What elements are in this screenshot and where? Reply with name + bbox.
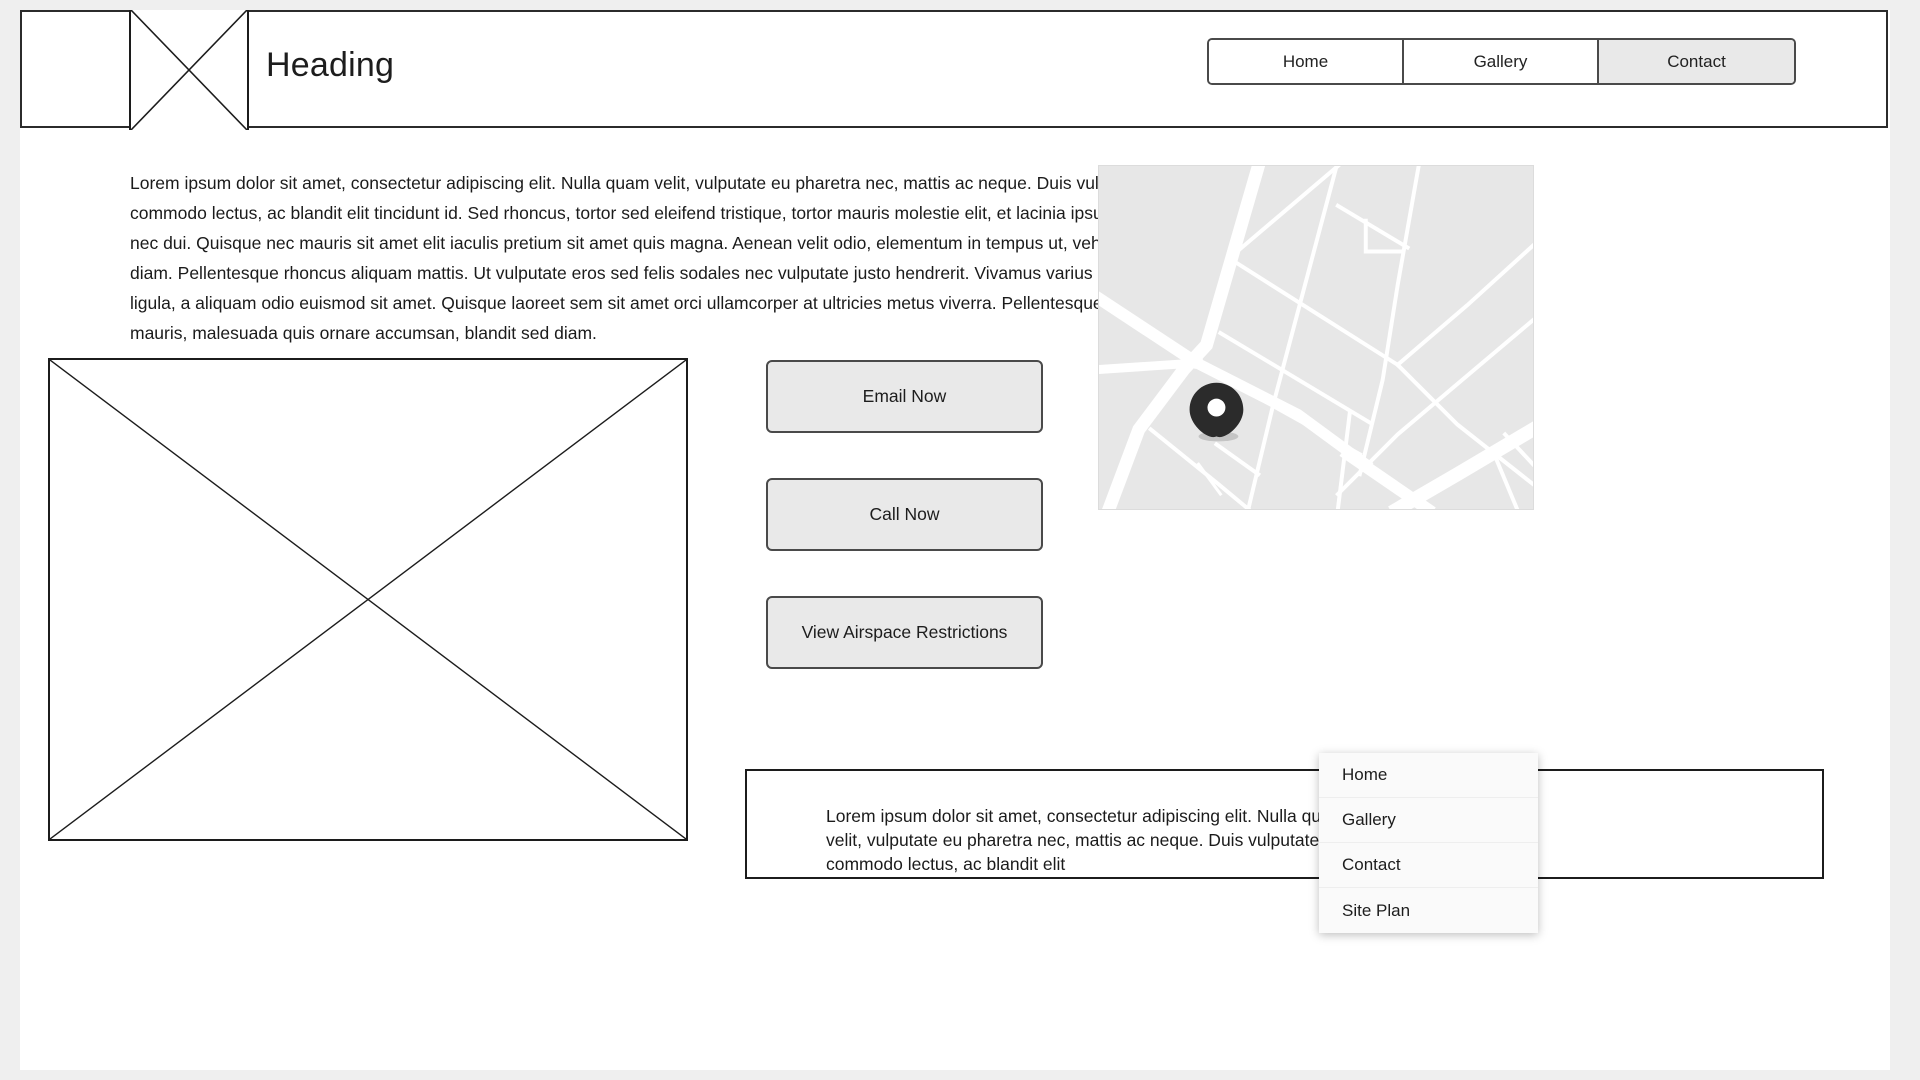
view-airspace-restrictions-button[interactable]: View Airspace Restrictions [766, 596, 1043, 669]
page-canvas: Heading Home Gallery Contact Lorem ipsum… [20, 10, 1890, 1070]
action-button-group: Email Now Call Now View Airspace Restric… [766, 360, 1043, 714]
intro-paragraph: Lorem ipsum dolor sit amet, consectetur … [130, 173, 1166, 343]
logo-placeholder-icon [129, 10, 249, 130]
page-title: Heading [266, 46, 395, 84]
dropdown-item-gallery[interactable]: Gallery [1319, 798, 1538, 843]
dropdown-item-home[interactable]: Home [1319, 753, 1538, 798]
footer-panel: Lorem ipsum dolor sit amet, consectetur … [745, 769, 1824, 879]
call-now-button[interactable]: Call Now [766, 478, 1043, 551]
dropdown-item-site-plan[interactable]: Site Plan [1319, 888, 1538, 933]
main-navigation: Home Gallery Contact [1207, 38, 1796, 85]
nav-item-home[interactable]: Home [1209, 40, 1404, 83]
dropdown-menu: Home Gallery Contact Site Plan [1319, 753, 1538, 933]
location-map[interactable] [1098, 165, 1534, 510]
image-placeholder-icon [48, 358, 688, 841]
nav-item-gallery[interactable]: Gallery [1404, 40, 1599, 83]
footer-text: Lorem ipsum dolor sit amet, consectetur … [826, 806, 1346, 874]
dropdown-item-contact[interactable]: Contact [1319, 843, 1538, 888]
site-header: Heading Home Gallery Contact [20, 10, 1888, 130]
email-now-button[interactable]: Email Now [766, 360, 1043, 433]
nav-item-contact[interactable]: Contact [1599, 40, 1794, 83]
